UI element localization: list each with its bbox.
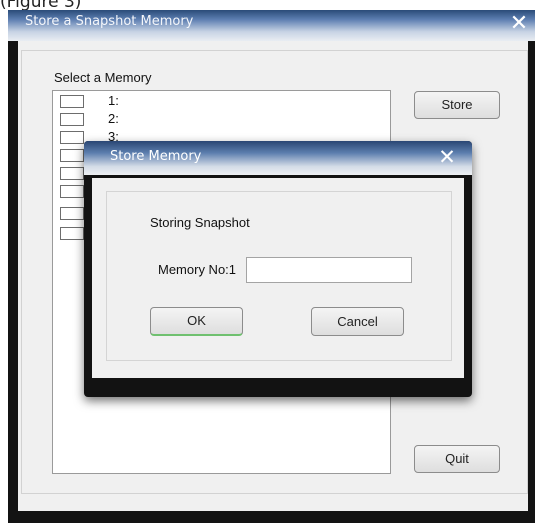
close-icon[interactable]: ✕	[435, 144, 459, 170]
select-memory-label: Select a Memory	[54, 70, 152, 85]
memory-checkbox[interactable]	[60, 227, 84, 240]
memory-checkbox[interactable]	[60, 131, 84, 144]
dialog-titlebar[interactable]: Store Memory ✕	[84, 141, 472, 175]
memory-checkbox[interactable]	[60, 113, 84, 126]
memory-item-label: 1:	[108, 93, 119, 108]
memory-number-label: Memory No:1	[158, 262, 237, 277]
quit-button[interactable]: Quit	[414, 445, 500, 473]
dialog-title: Store Memory	[110, 149, 202, 164]
ok-button[interactable]: OK	[150, 307, 243, 336]
close-icon[interactable]: ✕	[506, 11, 532, 37]
window-bottom-edge	[8, 511, 535, 523]
memory-item-label: 2:	[108, 111, 119, 126]
memory-checkbox[interactable]	[60, 95, 84, 108]
memory-checkbox[interactable]	[60, 207, 84, 220]
memory-checkbox[interactable]	[60, 149, 84, 162]
store-button[interactable]: Store	[414, 91, 500, 119]
memory-number-input[interactable]	[246, 257, 412, 283]
storing-status-text: Storing Snapshot	[150, 215, 250, 230]
main-window-titlebar[interactable]: Store a Snapshot Memory ✕	[8, 10, 535, 41]
memory-checkbox[interactable]	[60, 185, 84, 198]
memory-checkbox[interactable]	[60, 167, 84, 180]
cancel-button[interactable]: Cancel	[311, 307, 404, 336]
main-window-title: Store a Snapshot Memory	[25, 14, 194, 29]
